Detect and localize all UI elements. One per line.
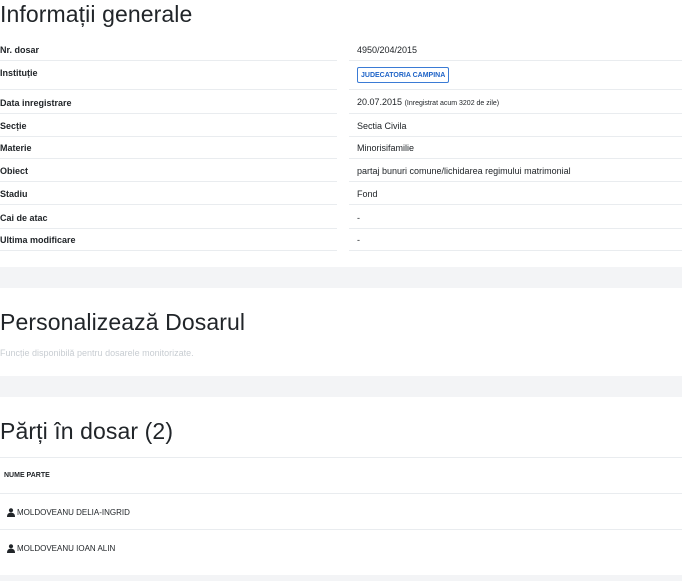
party-name: MOLDOVEANU DELIA-INGRID <box>17 507 130 517</box>
label-stage: Stadiu <box>0 189 28 199</box>
registration-date: 20.07.2015 <box>357 97 403 107</box>
party-name: MOLDOVEANU IOAN ALIN <box>17 543 116 553</box>
label-section: Secție <box>0 121 27 131</box>
registration-age-note: (Inregistrat acum 3202 de zile) <box>404 100 500 107</box>
value-registration-date: 20.07.2015 (Inregistrat acum 3202 de zil… <box>357 97 499 107</box>
institution-badge[interactable]: JUDECATORIA CAMPINA <box>357 67 450 83</box>
customize-case-note: Funcție disponibilă pentru dosarele moni… <box>0 348 194 358</box>
label-subject-matter: Materie <box>0 143 32 153</box>
label-registration-date: Data inregistrare <box>0 98 72 108</box>
user-icon <box>7 543 15 553</box>
label-last-modified: Ultima modificare <box>0 235 76 245</box>
label-object: Obiect <box>0 166 29 176</box>
label-case-number: Nr. dosar <box>0 45 40 55</box>
value-stage: Fond <box>357 189 378 199</box>
user-icon <box>7 507 15 517</box>
party-row[interactable]: MOLDOVEANU DELIA-INGRID <box>7 506 130 518</box>
party-row[interactable]: MOLDOVEANU IOAN ALIN <box>7 542 115 554</box>
value-case-number: 4950/204/2015 <box>357 45 418 55</box>
parties-title: Părți în dosar (2) <box>0 418 174 444</box>
customize-case-title: Personalizează Dosarul <box>0 309 246 335</box>
value-last-modified: - <box>357 235 360 245</box>
label-institution: Instituție <box>0 68 38 78</box>
label-appeals: Cai de atac <box>0 213 48 223</box>
value-section: Sectia Civila <box>357 121 407 131</box>
value-object: partaj bunuri comune/lichidarea regimulu… <box>357 166 571 176</box>
value-subject-matter: Minorisifamilie <box>357 143 415 153</box>
general-info-title: Informații generale <box>0 1 193 27</box>
column-header-party-name: NUME PARTE <box>4 472 50 479</box>
general-info-card: Informații generale Nr. dosar 4950/204/2… <box>0 0 682 267</box>
value-appeals: - <box>357 213 360 223</box>
